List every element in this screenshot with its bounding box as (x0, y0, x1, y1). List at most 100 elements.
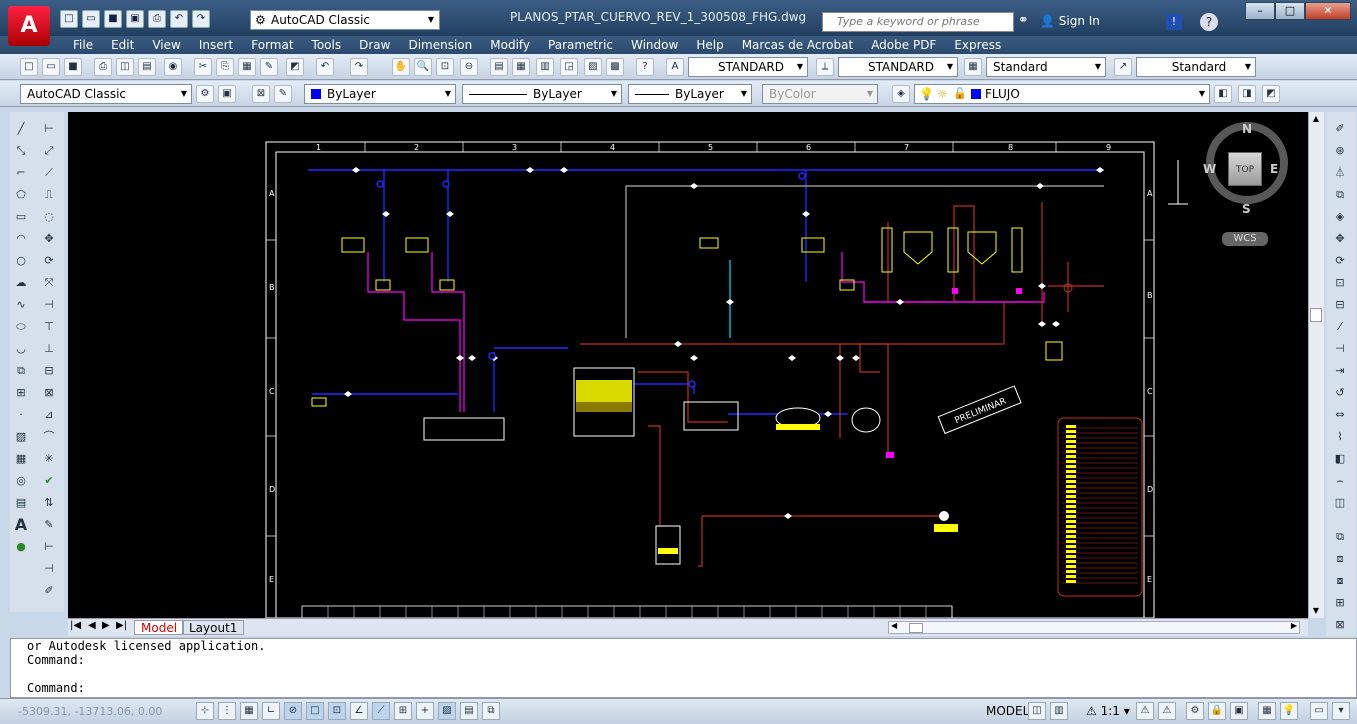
3d-rotate-icon[interactable]: ⟳ (1331, 252, 1349, 270)
close-button[interactable]: ✕ (1305, 2, 1351, 20)
make-current-layer-icon[interactable]: ◧ (1214, 85, 1232, 103)
table-style-icon[interactable]: ▦ (964, 58, 982, 76)
help-icon[interactable]: ? (1200, 13, 1218, 31)
text-style-select[interactable]: STANDARD ▼ (688, 57, 808, 77)
menu-window[interactable]: Window (622, 36, 687, 54)
menu-edit[interactable]: Edit (102, 36, 143, 54)
lock-toolbars-icon[interactable]: 🔒 (1208, 702, 1226, 720)
menu-view[interactable]: View (143, 36, 189, 54)
plotstyle-select[interactable]: ByColor ▼ (762, 84, 878, 104)
move-icon[interactable]: ✥ (40, 230, 58, 248)
3d-mirror-icon[interactable]: ⏃ (1331, 164, 1349, 182)
redo-icon[interactable]: ↷ (350, 58, 368, 76)
hardware-acceleration-icon[interactable]: ▣ (1230, 702, 1248, 720)
zoom-window-icon[interactable]: ⊡ (436, 58, 454, 76)
gradient-icon[interactable]: ▦ (12, 450, 30, 468)
workspace-settings-icon[interactable]: ⚙ (196, 85, 214, 103)
polyline-icon[interactable]: ⌐ (12, 164, 30, 182)
polygon-icon[interactable]: ⬠ (12, 186, 30, 204)
line-icon[interactable]: ╱ (12, 120, 30, 138)
fillet-icon[interactable]: ⌒ (40, 428, 58, 446)
cut-icon[interactable]: ✂ (194, 58, 212, 76)
layer-properties-icon[interactable]: ◈ (892, 85, 910, 103)
last-tab-icon[interactable]: ▶| (116, 620, 127, 631)
shell-icon[interactable]: ⊠ (1331, 616, 1349, 634)
ortho-mode-icon[interactable]: ∟ (262, 702, 280, 720)
application-menu-button[interactable]: A (8, 6, 50, 46)
stretch-icon[interactable]: ⊣ (40, 296, 58, 314)
construction-line-icon[interactable]: ⤡ (12, 142, 30, 160)
menu-adobe-pdf[interactable]: Adobe PDF (862, 36, 945, 54)
workspace-lock-icon[interactable]: ▣ (218, 85, 236, 103)
open-icon[interactable]: ▭ (82, 10, 100, 28)
pdf-markup-icon[interactable]: ✎ (274, 85, 292, 103)
plot-icon[interactable]: ⎙ (94, 58, 112, 76)
arc-icon[interactable]: ◠ (12, 230, 30, 248)
publish-icon[interactable]: ▤ (138, 58, 156, 76)
ucs-menu[interactable]: WCS (1222, 232, 1268, 246)
layer-select[interactable]: 💡 ☼ 🔓 FLUJO ▼ (914, 84, 1210, 104)
dim-edit-icon[interactable]: ✐ (40, 582, 58, 600)
show-lineweight-icon[interactable]: + (416, 702, 434, 720)
exchange-icon[interactable]: ! (1166, 14, 1182, 30)
transparency-icon[interactable]: ▨ (438, 702, 456, 720)
3d-dwf-icon[interactable]: ◉ (164, 58, 182, 76)
slice-icon[interactable]: ⊟ (1331, 296, 1349, 314)
workspace-toolbar-select[interactable]: AutoCAD Classic ▼ (20, 84, 192, 104)
menu-acrobat-markups[interactable]: Marcas de Acrobat (733, 36, 863, 54)
copy-object-icon[interactable]: ⤢ (40, 142, 58, 160)
save-as-icon[interactable]: ▣ (126, 10, 144, 28)
menu-insert[interactable]: Insert (190, 36, 242, 54)
pdf-icon[interactable]: ⊠ (252, 85, 270, 103)
binoculars-icon[interactable]: ⚭ (1018, 13, 1029, 28)
object-snap-icon[interactable]: □ (306, 702, 324, 720)
union-icon[interactable]: ⧉ (1331, 528, 1349, 546)
scroll-down-icon[interactable]: ▼ (1310, 606, 1322, 616)
menu-file[interactable]: File (64, 36, 102, 54)
scale-icon[interactable]: ⤧ (40, 274, 58, 292)
presspull-icon[interactable]: ◧ (1331, 450, 1349, 468)
offset-icon[interactable]: ⎍ (40, 186, 58, 204)
spline-icon[interactable]: ∿ (12, 296, 30, 314)
design-center-icon[interactable]: ▦ (512, 58, 530, 76)
undo-icon[interactable]: ↶ (170, 10, 188, 28)
markup-icon[interactable]: ▨ (584, 58, 602, 76)
layer-previous-icon[interactable]: ◨ (1238, 85, 1256, 103)
3d-osnap-icon[interactable]: ⊡ (328, 702, 346, 720)
tool-palettes-icon[interactable]: ▥ (536, 58, 554, 76)
print-icon[interactable]: ⎙ (148, 10, 166, 28)
tab-model[interactable]: Model (134, 620, 185, 635)
workspace-switching-icon[interactable]: ⚙ (1186, 702, 1204, 720)
menu-help[interactable]: Help (687, 36, 732, 54)
scroll-thumb[interactable] (1310, 308, 1322, 322)
polar-tracking-icon[interactable]: ⊘ (284, 702, 302, 720)
properties-icon[interactable]: ▤ (490, 58, 508, 76)
scroll-left-icon[interactable]: ◀ (891, 621, 897, 630)
paste-icon[interactable]: ▦ (238, 58, 256, 76)
multileader-style-icon[interactable]: ↗ (1114, 58, 1132, 76)
prev-tab-icon[interactable]: ◀ (88, 620, 96, 631)
block-editor-icon[interactable]: ◩ (286, 58, 304, 76)
redo-icon[interactable]: ↷ (192, 10, 210, 28)
menu-parametric[interactable]: Parametric (539, 36, 622, 54)
scroll-right-icon[interactable]: ▶ (1291, 621, 1297, 630)
infer-constraints-icon[interactable]: ⊹ (196, 702, 214, 720)
dim-icon[interactable]: ⊣ (1331, 340, 1349, 358)
dimension-icon[interactable]: ⊢ (40, 538, 58, 556)
chamfer-icon[interactable]: ⊿ (40, 406, 58, 424)
make-block-icon[interactable]: ⊞ (12, 384, 30, 402)
sign-in-button[interactable]: 👤 Sign In (1040, 14, 1100, 28)
multileader-style-select[interactable]: Standard ▼ (1136, 57, 1256, 77)
save-icon[interactable]: ■ (64, 58, 82, 76)
explode-icon[interactable]: ✳ (40, 450, 58, 468)
join-icon[interactable]: ⊠ (40, 384, 58, 402)
tab-layout1[interactable]: Layout1 (182, 620, 245, 635)
extend-icon[interactable]: ⊥ (40, 340, 58, 358)
match-properties-icon[interactable]: ✎ (260, 58, 278, 76)
model-space-button[interactable]: MODEL (986, 704, 1029, 718)
save-icon[interactable]: ■ (104, 10, 122, 28)
object-snap-tracking-icon[interactable]: ∠ (350, 702, 368, 720)
menu-dimension[interactable]: Dimension (399, 36, 481, 54)
model-space-canvas[interactable]: 1 2 3 4 5 6 7 8 9 A B C D E A B C D E PR… (68, 112, 1308, 618)
quickcalc-icon[interactable]: ▩ (606, 58, 624, 76)
